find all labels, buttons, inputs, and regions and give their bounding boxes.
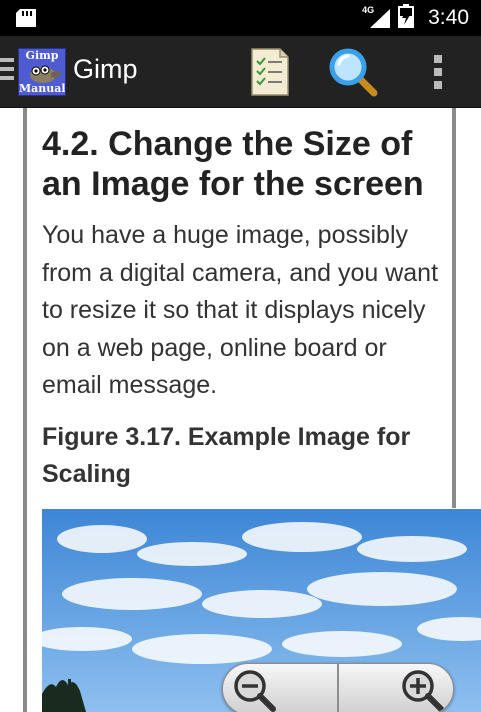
article-view[interactable]: 4.2. Change the Size of an Image for the… [0,108,481,712]
left-frame-border [23,108,27,712]
zoom-in-icon [402,670,444,712]
overflow-menu-icon [434,55,442,89]
app-title: Gimp [73,54,138,84]
sd-card-icon [15,8,37,32]
table-of-contents-button[interactable] [240,42,300,102]
menu-icon[interactable] [0,58,14,85]
section-paragraph: You have a huge image, possibly from a d… [42,221,439,399]
battery-icon [398,4,415,32]
search-button[interactable] [323,42,383,102]
section-heading: 4.2. Change the Size of an Image for the… [42,125,424,203]
app-logo[interactable]: Gimp Manual [18,48,66,96]
checklist-icon [251,48,289,96]
figure-caption: Figure 3.17. Example Image for Scaling [42,423,411,488]
right-frame-border [452,108,456,508]
search-icon [329,48,378,97]
overflow-menu-button[interactable] [408,42,468,102]
status-bar: 4G 3:40 [0,0,481,36]
zoom-out-icon [234,670,276,712]
action-bar: Gimp Manual Gimp [0,36,481,108]
clock: 3:40 [428,6,469,29]
zoom-out-button[interactable] [223,664,337,712]
signal-icon: 4G [362,5,392,29]
logo-line-2: Manual [19,82,66,95]
zoom-controls [222,663,454,712]
zoom-in-button[interactable] [339,664,453,712]
